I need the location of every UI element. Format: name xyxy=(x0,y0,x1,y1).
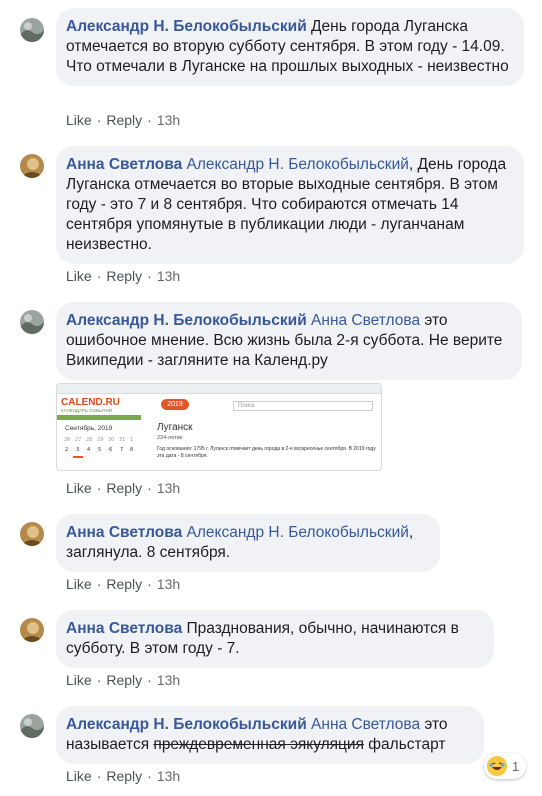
comment-author[interactable]: Анна Светлова xyxy=(66,524,182,541)
svg-text:30: 30 xyxy=(108,437,114,443)
reply-button[interactable]: Reply xyxy=(106,576,142,592)
separator-dot: · xyxy=(96,768,102,784)
separator-dot: · xyxy=(96,112,102,128)
reaction-summary[interactable]: 1 xyxy=(484,753,527,779)
like-button[interactable]: Like xyxy=(66,672,92,688)
comment-actions: Like · Reply · 13h xyxy=(66,268,180,284)
reply-button[interactable]: Reply xyxy=(106,672,142,688)
avatar[interactable] xyxy=(20,18,44,42)
comment-author[interactable]: Александр Н. Белокобыльский xyxy=(66,18,307,35)
comment-timestamp[interactable]: 13h xyxy=(157,768,180,784)
preview-green-bar xyxy=(57,415,141,420)
svg-text:1: 1 xyxy=(130,437,133,443)
svg-text:3: 3 xyxy=(76,447,79,453)
svg-text:8: 8 xyxy=(130,447,133,453)
like-button[interactable]: Like xyxy=(66,480,92,496)
mention-link[interactable]: Александр Н. Белокобыльский xyxy=(187,524,409,541)
comment-timestamp[interactable]: 13h xyxy=(157,672,180,688)
preview-logo-sub: КАЛЕНДАРЬ СОБЫТИЙ xyxy=(61,408,112,413)
separator-dot: · xyxy=(96,672,102,688)
browser-bar xyxy=(57,384,381,394)
reply-button[interactable]: Reply xyxy=(106,268,142,284)
struck-text: преждевременная эякуляция xyxy=(153,736,364,753)
separator-dot: · xyxy=(96,576,102,592)
preview-year-badge: 2019 xyxy=(161,399,189,410)
separator-dot: · xyxy=(96,268,102,284)
separator-dot: · xyxy=(147,576,152,592)
svg-text:26: 26 xyxy=(64,437,70,443)
comment-bubble: Анна Светлова Празднования, обычно, начи… xyxy=(56,610,494,668)
svg-text:31: 31 xyxy=(119,437,125,443)
comment-actions: Like · Reply · 13h xyxy=(66,480,180,496)
preview-calendar-grid: 26 27 28 29 30 31 1 2 3 4 5 6 7 8 xyxy=(63,436,139,458)
separator-dot: · xyxy=(96,480,102,496)
avatar[interactable] xyxy=(20,310,44,334)
svg-text:7: 7 xyxy=(120,447,123,453)
separator-dot: · xyxy=(147,768,152,784)
mention-link[interactable]: Анна Светлова xyxy=(311,716,420,733)
comment-bubble: Анна Светлова Александр Н. Белокобыльски… xyxy=(56,146,524,264)
svg-text:6: 6 xyxy=(109,447,112,453)
separator-dot: · xyxy=(147,268,152,284)
comment-bubble: Александр Н. Белокобыльский Анна Светлов… xyxy=(56,706,484,764)
preview-search: Поиск xyxy=(233,401,373,411)
reaction-count: 1 xyxy=(512,758,520,774)
comment-timestamp[interactable]: 13h xyxy=(157,480,180,496)
like-button[interactable]: Like xyxy=(66,576,92,592)
mention-link[interactable]: Александр Н. Белокобыльский xyxy=(187,156,409,173)
link-preview-image[interactable]: CALEND.RU КАЛЕНДАРЬ СОБЫТИЙ 2019 Поиск С… xyxy=(56,383,382,471)
separator-dot: · xyxy=(147,112,152,128)
avatar[interactable] xyxy=(20,714,44,738)
comment-timestamp[interactable]: 13h xyxy=(157,268,180,284)
reply-button[interactable]: Reply xyxy=(106,112,142,128)
reply-button[interactable]: Reply xyxy=(106,480,142,496)
comment-author[interactable]: Александр Н. Белокобыльский xyxy=(66,716,307,733)
like-button[interactable]: Like xyxy=(66,112,92,128)
svg-text:2: 2 xyxy=(65,447,68,453)
comment-actions: Like · Reply · 13h xyxy=(66,672,180,688)
mention-link[interactable]: Анна Светлова xyxy=(311,312,420,329)
comment-bubble: Александр Н. Белокобыльский День города … xyxy=(56,8,524,86)
svg-text:29: 29 xyxy=(97,437,103,443)
avatar[interactable] xyxy=(20,154,44,178)
comment-actions: Like · Reply · 13h xyxy=(66,112,180,128)
comment-bubble: Анна Светлова Александр Н. Белокобыльски… xyxy=(56,514,440,572)
laughing-emoji-icon xyxy=(487,756,507,776)
like-button[interactable]: Like xyxy=(66,768,92,784)
svg-text:27: 27 xyxy=(75,437,81,443)
avatar[interactable] xyxy=(20,618,44,642)
preview-description: Год основания: 1795 г. Луганск отмечает … xyxy=(157,446,376,459)
separator-dot: · xyxy=(147,480,152,496)
comment-author[interactable]: Анна Светлова xyxy=(66,620,182,637)
svg-text:28: 28 xyxy=(86,437,92,443)
preview-month: Сентябрь, 2019 xyxy=(65,425,113,432)
comment-author[interactable]: Анна Светлова xyxy=(66,156,182,173)
comment-timestamp[interactable]: 13h xyxy=(157,576,180,592)
comment-text-after: фальстарт xyxy=(363,736,446,753)
reply-button[interactable]: Reply xyxy=(106,768,142,784)
preview-age: 224-летие xyxy=(157,435,183,441)
avatar[interactable] xyxy=(20,522,44,546)
comment-author[interactable]: Александр Н. Белокобыльский xyxy=(66,312,307,329)
preview-logo: CALEND.RU xyxy=(61,397,120,408)
svg-text:5: 5 xyxy=(98,447,101,453)
comment-actions: Like · Reply · 13h xyxy=(66,576,180,592)
separator-dot: · xyxy=(147,672,152,688)
comment-bubble: Александр Н. Белокобыльский Анна Светлов… xyxy=(56,302,522,380)
like-button[interactable]: Like xyxy=(66,268,92,284)
comment-actions: Like · Reply · 13h xyxy=(66,768,180,784)
preview-city: Луганск xyxy=(157,422,193,433)
comment-timestamp[interactable]: 13h xyxy=(157,112,180,128)
svg-text:4: 4 xyxy=(87,447,90,453)
